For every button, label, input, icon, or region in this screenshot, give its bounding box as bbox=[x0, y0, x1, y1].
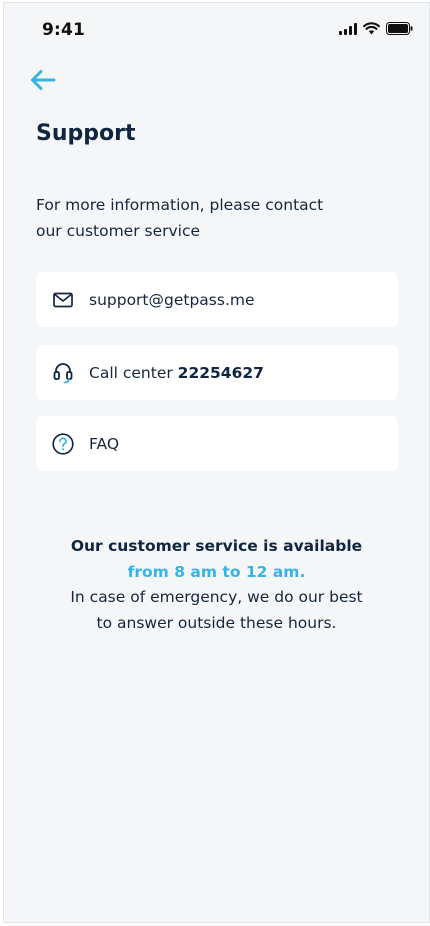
status-icons bbox=[339, 22, 413, 35]
support-screen: 9:41 Support For more information, pleas… bbox=[3, 2, 430, 923]
email-card[interactable]: support@getpass.me bbox=[36, 272, 398, 327]
intro-line-1: For more information, please contact bbox=[36, 196, 324, 214]
arrow-left-icon bbox=[31, 70, 56, 90]
wifi-icon bbox=[363, 22, 380, 35]
call-center-card[interactable]: Call center 22254627 bbox=[36, 345, 398, 400]
call-center-text: Call center bbox=[89, 363, 178, 382]
envelope-icon bbox=[52, 289, 74, 311]
page-title: Support bbox=[36, 121, 136, 146]
emergency-line-1: In case of emergency, we do our best bbox=[70, 588, 363, 606]
emergency-line-2: to answer outside these hours. bbox=[96, 613, 337, 632]
availability-headline: Our customer service is available bbox=[70, 537, 363, 555]
call-center-label: Call center 22254627 bbox=[89, 364, 264, 382]
status-bar: 9:41 bbox=[4, 3, 429, 53]
cellular-signal-icon bbox=[339, 22, 357, 35]
question-circle-icon bbox=[52, 432, 74, 455]
faq-label: FAQ bbox=[89, 434, 120, 453]
faq-card[interactable]: FAQ bbox=[36, 416, 398, 471]
status-time: 9:41 bbox=[42, 20, 86, 40]
intro-line-2: our customer service bbox=[36, 222, 201, 240]
intro-text: For more information, please contact our… bbox=[36, 192, 366, 244]
availability-hours: from 8 am to 12 am. bbox=[127, 562, 306, 581]
battery-icon bbox=[386, 22, 413, 35]
back-button[interactable] bbox=[26, 63, 60, 97]
availability-info: Our customer service is available from 8… bbox=[4, 534, 429, 636]
call-center-number: 22254627 bbox=[177, 363, 264, 382]
email-address: support@getpass.me bbox=[89, 290, 255, 309]
headset-icon bbox=[52, 362, 74, 384]
